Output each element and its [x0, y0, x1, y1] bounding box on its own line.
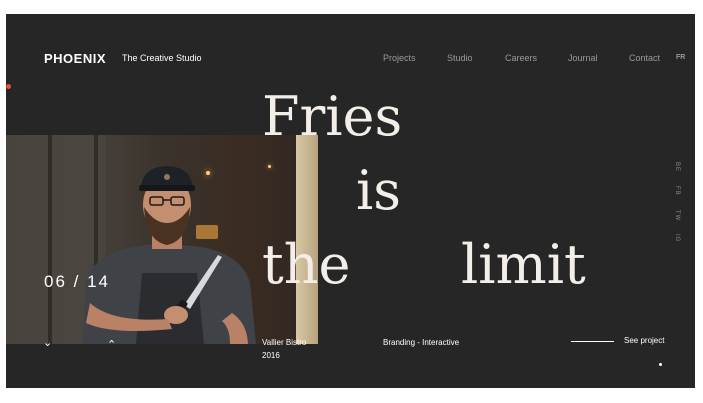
lamp-light: [268, 165, 271, 168]
nav-careers[interactable]: Careers: [505, 53, 537, 63]
headline-word: is: [356, 159, 401, 222]
slide-counter: 06 / 14: [44, 272, 110, 291]
social-behance[interactable]: BE: [674, 162, 680, 172]
cta-line: [571, 341, 614, 342]
accent-dot: [6, 84, 11, 89]
project-year: 2016: [262, 351, 280, 360]
headline-word: Fries: [262, 85, 403, 148]
social-twitter[interactable]: TW: [674, 210, 680, 221]
nav-projects[interactable]: Projects: [383, 53, 416, 63]
language-switch[interactable]: FR: [676, 54, 685, 61]
chef-figure: [82, 166, 256, 344]
social-facebook[interactable]: FB: [674, 186, 680, 196]
social-instagram[interactable]: IG: [674, 234, 680, 242]
nav-journal[interactable]: Journal: [568, 53, 598, 63]
nav-contact[interactable]: Contact: [629, 53, 660, 63]
logo[interactable]: PHOENIX: [44, 51, 106, 66]
nav-studio[interactable]: Studio: [447, 53, 473, 63]
hero-section: PHOENIX The Creative Studio Projects Stu…: [6, 14, 695, 388]
project-client: Vallier Bistro: [262, 338, 307, 347]
indicator-dot: [659, 363, 662, 366]
project-category: Branding - Interactive: [383, 338, 460, 347]
chevron-down-icon[interactable]: ⌄: [43, 336, 52, 349]
chevron-up-icon[interactable]: ⌃: [107, 338, 116, 351]
headline-word: the: [262, 233, 351, 296]
tagline: The Creative Studio: [122, 53, 202, 63]
headline-word: limit: [461, 233, 586, 296]
see-project-link[interactable]: See project: [624, 336, 664, 345]
